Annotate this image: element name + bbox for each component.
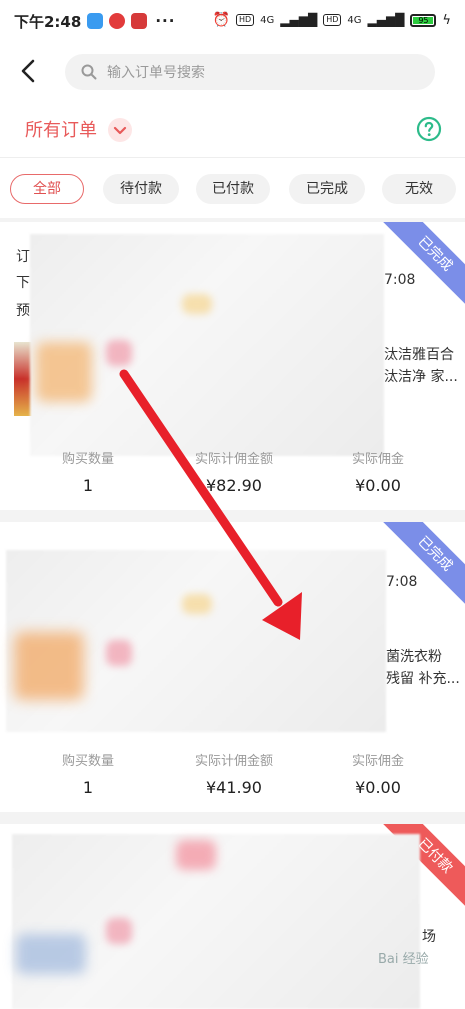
actual-commission-label: 实际佣金 (351, 754, 404, 769)
charging-icon: ϟ (442, 12, 451, 28)
signal-label: 4G (347, 14, 362, 26)
chevron-down-icon[interactable] (108, 118, 132, 142)
commission-base-label: 实际计佣金额 (194, 452, 273, 467)
signal-icon: ▂▄▆█ (367, 13, 405, 27)
commission-base-value: ¥82.90 (206, 476, 262, 495)
status-right: ⏰ HD 4G ▂▄▆█ HD 4G ▂▄▆█ 95 ϟ (213, 12, 451, 28)
order-label-peek: 预 (16, 303, 30, 319)
order-time-peek: 7:08 (384, 272, 416, 288)
order-filter-bar: 所有订单 (0, 102, 465, 158)
status-time: 下午2:48 (14, 12, 82, 31)
purchase-quantity-label: 购买数量 (61, 754, 114, 769)
blurred-region (182, 594, 212, 614)
tab-paid[interactable]: 已付款 (196, 174, 270, 204)
search-input[interactable]: 输入订单号搜索 (65, 54, 435, 90)
actual-commission-value: ¥0.00 (355, 476, 401, 495)
blurred-region (106, 340, 132, 366)
order-status-ribbon: 已完成 (375, 522, 465, 614)
hd-icon: HD (323, 14, 342, 26)
app-notification-icon (131, 13, 148, 29)
product-title-peek: 残留 补充... (386, 671, 460, 687)
order-card[interactable]: 已完成 7:08 菌洗衣粉 残留 补充... 购买数量 实际计佣金额 实际佣金 … (0, 522, 465, 812)
product-title-peek: 场 (422, 929, 436, 945)
status-bar: 下午2:48 ··· ⏰ HD 4G ▂▄▆█ HD 4G ▂▄▆█ 95 ϟ (0, 0, 465, 42)
order-label-peek: 下 (16, 275, 30, 291)
tab-all[interactable]: 全部 (10, 174, 84, 204)
blurred-region (36, 342, 92, 402)
tab-completed[interactable]: 已完成 (289, 174, 365, 204)
hd-icon: HD (235, 14, 255, 26)
tab-pending-payment[interactable]: 待付款 (103, 174, 179, 204)
battery-icon: 95 (410, 13, 437, 27)
tab-invalid[interactable]: 无效 (382, 174, 456, 204)
blurred-region (106, 640, 132, 666)
product-title-peek: 汰洁雅百合 (384, 347, 454, 363)
order-status-ribbon: 已完成 (375, 222, 465, 314)
order-card[interactable]: 已完成 订 下 预 7:08 汰洁雅百合 汰洁净 家... 购买数量 实际计佣金… (0, 222, 465, 510)
back-icon[interactable] (14, 56, 44, 86)
watermark: Bai 经验 (378, 952, 429, 967)
commission-base-label: 实际计佣金额 (194, 754, 273, 769)
product-title-peek: 汰洁净 家... (384, 369, 458, 385)
blurred-region (176, 840, 216, 870)
search-icon (81, 64, 97, 80)
signal-icon: ▂▄▆█ (280, 13, 318, 27)
order-label-peek: 订 (16, 249, 30, 265)
blurred-region (16, 934, 86, 974)
app-notification-icon (109, 13, 126, 29)
all-orders-title[interactable]: 所有订单 (25, 116, 97, 142)
order-time-peek: 7:08 (386, 574, 418, 590)
more-notifications-icon: ··· (155, 12, 176, 30)
product-title-peek: 菌洗衣粉 (386, 649, 442, 665)
order-card[interactable]: 已付款 场 (0, 824, 465, 1009)
blurred-region (182, 294, 212, 314)
app-notification-icon (87, 13, 104, 29)
blurred-region (12, 834, 420, 1009)
blurred-region (106, 918, 132, 944)
search-placeholder: 输入订单号搜索 (107, 65, 205, 81)
header: 输入订单号搜索 (0, 42, 465, 102)
purchase-quantity-value: 1 (82, 476, 94, 495)
blurred-region (14, 632, 84, 700)
actual-commission-label: 实际佣金 (351, 452, 404, 467)
purchase-quantity-value: 1 (82, 778, 94, 797)
status-tabs: 全部 待付款 已付款 已完成 无效 (0, 158, 465, 218)
signal-label: 4G (260, 14, 275, 26)
actual-commission-value: ¥0.00 (355, 778, 401, 797)
alarm-icon: ⏰ (212, 12, 230, 28)
purchase-quantity-label: 购买数量 (61, 452, 114, 467)
commission-base-value: ¥41.90 (206, 778, 262, 797)
help-icon[interactable] (416, 116, 442, 142)
